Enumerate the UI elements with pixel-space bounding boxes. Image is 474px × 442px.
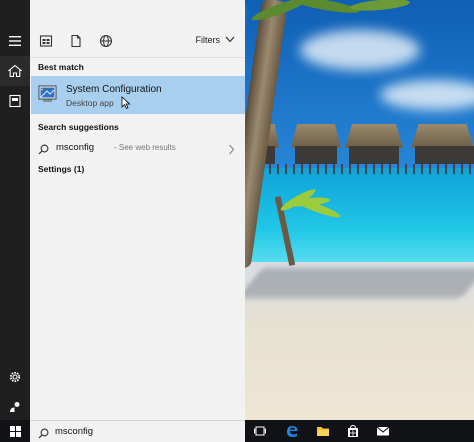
- web-icon[interactable]: [99, 34, 113, 48]
- suggestion-hint: - See web results: [114, 143, 176, 152]
- filters-label: Filters: [195, 35, 221, 45]
- task-view-icon[interactable]: [253, 424, 267, 438]
- feedback-icon[interactable]: [0, 392, 30, 422]
- start-windows-icon[interactable]: [0, 420, 30, 442]
- suggestion-query: msconfig: [56, 142, 95, 153]
- home-icon[interactable]: [0, 56, 30, 86]
- documents-icon[interactable]: [69, 34, 83, 48]
- panel-top-strip: [30, 0, 245, 24]
- chevron-down-icon: [225, 35, 235, 45]
- search-suggestions-heading: Search suggestions: [38, 122, 119, 132]
- result-app-type: Desktop app: [66, 98, 114, 108]
- best-match-result[interactable]: System Configuration Desktop app: [31, 76, 245, 114]
- settings-heading[interactable]: Settings (1): [38, 164, 84, 174]
- edge-browser-icon[interactable]: [285, 424, 299, 438]
- web-suggestion-item[interactable]: msconfig - See web results: [31, 137, 245, 159]
- notebook-icon[interactable]: [0, 86, 30, 116]
- apps-icon[interactable]: [39, 34, 53, 48]
- mouse-pointer-icon: [121, 96, 131, 109]
- search-icon: [38, 426, 49, 439]
- taskbar-search-box[interactable]: msconfig: [30, 420, 245, 442]
- search-filter-toolbar: Filters: [30, 24, 245, 58]
- start-left-rail: [0, 0, 30, 420]
- search-icon: [38, 142, 49, 155]
- filters-dropdown[interactable]: Filters: [196, 35, 236, 45]
- taskbar: msconfig: [0, 420, 474, 442]
- result-app-name: System Configuration: [66, 84, 162, 95]
- best-match-heading: Best match: [38, 62, 84, 72]
- chevron-right-icon: [228, 142, 235, 155]
- file-explorer-icon[interactable]: [316, 424, 330, 438]
- mail-icon[interactable]: [376, 424, 390, 438]
- system-configuration-icon: [38, 84, 58, 104]
- store-icon[interactable]: [346, 424, 360, 438]
- search-input[interactable]: msconfig: [55, 426, 93, 437]
- hamburger-menu-icon[interactable]: [0, 26, 30, 56]
- settings-gear-icon[interactable]: [0, 362, 30, 392]
